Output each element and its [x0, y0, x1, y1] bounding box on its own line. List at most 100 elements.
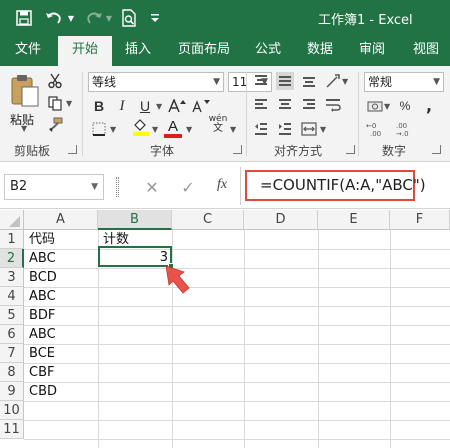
underline-icon[interactable]: U: [136, 97, 154, 115]
cell-a2[interactable]: ABC: [25, 249, 97, 268]
column-header-d[interactable]: D: [244, 210, 318, 230]
accounting-format-icon[interactable]: [366, 97, 384, 115]
font-size-value: 11: [232, 75, 248, 89]
enter-icon[interactable]: ✓: [178, 177, 198, 197]
cell-a3[interactable]: BCD: [25, 268, 97, 287]
decrease-indent-icon[interactable]: [252, 120, 270, 138]
insert-function-icon[interactable]: fx: [217, 177, 227, 193]
row-header-1[interactable]: 1: [0, 230, 24, 249]
increase-indent-icon[interactable]: [276, 120, 294, 138]
number-format-combo[interactable]: 常规 ▼: [364, 72, 444, 92]
chevron-down-icon[interactable]: ▼: [433, 73, 440, 91]
row-header-11[interactable]: 11: [0, 420, 24, 439]
tab-view[interactable]: 视图: [404, 36, 448, 66]
tab-page-layout[interactable]: 页面布局: [168, 36, 240, 66]
tab-file[interactable]: 文件: [6, 36, 50, 66]
customize-toolbar-icon[interactable]: [148, 8, 162, 28]
print-preview-icon[interactable]: [118, 8, 140, 28]
align-center-icon[interactable]: [276, 96, 294, 114]
row-header-10[interactable]: 10: [0, 401, 24, 420]
tab-home[interactable]: 开始: [58, 36, 112, 66]
cell-a6[interactable]: ABC: [25, 325, 97, 344]
worksheet-grid[interactable]: A B C D E F 1 2 3 4 5 6 7 8 9 10 11 代码 A…: [0, 210, 450, 448]
undo-icon[interactable]: [44, 8, 64, 28]
percent-icon[interactable]: %: [396, 97, 414, 115]
increase-decimal-icon[interactable]: ←0.00: [366, 120, 388, 138]
formula-input[interactable]: =COUNTIF(A:A,"ABC"): [260, 176, 426, 194]
cell-a9[interactable]: CBD: [25, 382, 97, 401]
tab-insert[interactable]: 插入: [116, 36, 160, 66]
name-box[interactable]: B2 ▼: [4, 174, 104, 200]
save-icon[interactable]: [14, 8, 34, 28]
tab-formulas[interactable]: 公式: [246, 36, 290, 66]
tab-data[interactable]: 数据: [298, 36, 342, 66]
decrease-decimal-icon[interactable]: .00 →.0: [394, 120, 416, 138]
orientation-icon[interactable]: [324, 72, 342, 90]
number-launcher-icon[interactable]: [432, 145, 441, 154]
cell-a1[interactable]: 代码: [25, 230, 97, 249]
align-middle-icon[interactable]: [276, 72, 294, 90]
accounting-dropdown-icon[interactable]: ▼: [384, 102, 390, 111]
column-header-b[interactable]: B: [98, 210, 172, 230]
chevron-down-icon[interactable]: ▼: [213, 73, 220, 91]
row-header-3[interactable]: 3: [0, 268, 24, 287]
paste-dropdown-icon[interactable]: ▼: [21, 124, 27, 133]
row-header-6[interactable]: 6: [0, 325, 24, 344]
font-color-dropdown-icon[interactable]: ▼: [186, 125, 192, 134]
row-header-5[interactable]: 5: [0, 306, 24, 325]
merge-dropdown-icon[interactable]: ▼: [320, 125, 326, 134]
column-header-f[interactable]: F: [390, 210, 450, 230]
merge-center-icon[interactable]: [300, 120, 318, 138]
italic-icon[interactable]: I: [113, 97, 131, 115]
row-header-7[interactable]: 7: [0, 344, 24, 363]
font-color-swatch: [164, 134, 182, 138]
wrap-text-icon[interactable]: [324, 96, 342, 114]
font-name-combo[interactable]: 等线 ▼: [88, 72, 224, 92]
formula-bar-grip[interactable]: [116, 177, 119, 197]
redo-dropdown-icon[interactable]: ▼: [104, 8, 114, 28]
align-right-icon[interactable]: [300, 96, 318, 114]
cell-a7[interactable]: BCE: [25, 344, 97, 363]
select-all-corner[interactable]: [0, 210, 24, 230]
align-top-icon[interactable]: [252, 72, 270, 90]
paste-button[interactable]: 粘贴 ▼: [8, 72, 42, 133]
chevron-down-icon[interactable]: ▼: [91, 175, 98, 199]
borders-dropdown-icon[interactable]: ▼: [110, 125, 116, 134]
align-bottom-icon[interactable]: [300, 72, 318, 90]
column-header-a[interactable]: A: [24, 210, 98, 230]
row-header-8[interactable]: 8: [0, 363, 24, 382]
phonetic-dropdown-icon[interactable]: ▼: [230, 125, 236, 134]
bold-icon[interactable]: B: [90, 97, 108, 115]
font-launcher-icon[interactable]: [233, 145, 242, 154]
font-group-label: 字体: [150, 144, 175, 158]
align-left-icon[interactable]: [252, 96, 270, 114]
comma-style-icon[interactable]: ,: [420, 97, 438, 115]
redo-icon[interactable]: [84, 8, 104, 28]
alignment-launcher-icon[interactable]: [346, 145, 355, 154]
increase-font-icon[interactable]: [168, 97, 186, 115]
fill-color-dropdown-icon[interactable]: ▼: [152, 125, 158, 134]
cancel-icon[interactable]: ✕: [142, 177, 162, 197]
underline-dropdown-icon[interactable]: ▼: [156, 102, 162, 111]
phonetic-guide-icon[interactable]: wén 文: [206, 114, 230, 134]
row-header-9[interactable]: 9: [0, 382, 24, 401]
undo-dropdown-icon[interactable]: ▼: [66, 8, 76, 28]
tab-review[interactable]: 审阅: [350, 36, 394, 66]
column-header-c[interactable]: C: [172, 210, 244, 230]
cell-a5[interactable]: BDF: [25, 306, 97, 325]
column-header-e[interactable]: E: [318, 210, 390, 230]
row-header-4[interactable]: 4: [0, 287, 24, 306]
clipboard-launcher-icon[interactable]: [68, 145, 77, 154]
cut-icon[interactable]: [46, 72, 64, 90]
copy-dropdown-icon[interactable]: ▼: [66, 99, 72, 108]
cell-a8[interactable]: CBF: [25, 363, 97, 382]
fill-color-icon[interactable]: [132, 118, 150, 136]
format-painter-icon[interactable]: [46, 116, 64, 134]
copy-icon[interactable]: [46, 94, 64, 112]
font-color-icon[interactable]: A: [164, 117, 182, 135]
row-header-2[interactable]: 2: [0, 249, 24, 268]
decrease-font-icon[interactable]: [192, 97, 210, 115]
cell-a4[interactable]: ABC: [25, 287, 97, 306]
borders-icon[interactable]: [90, 120, 108, 138]
orientation-dropdown-icon[interactable]: ▼: [342, 77, 348, 86]
